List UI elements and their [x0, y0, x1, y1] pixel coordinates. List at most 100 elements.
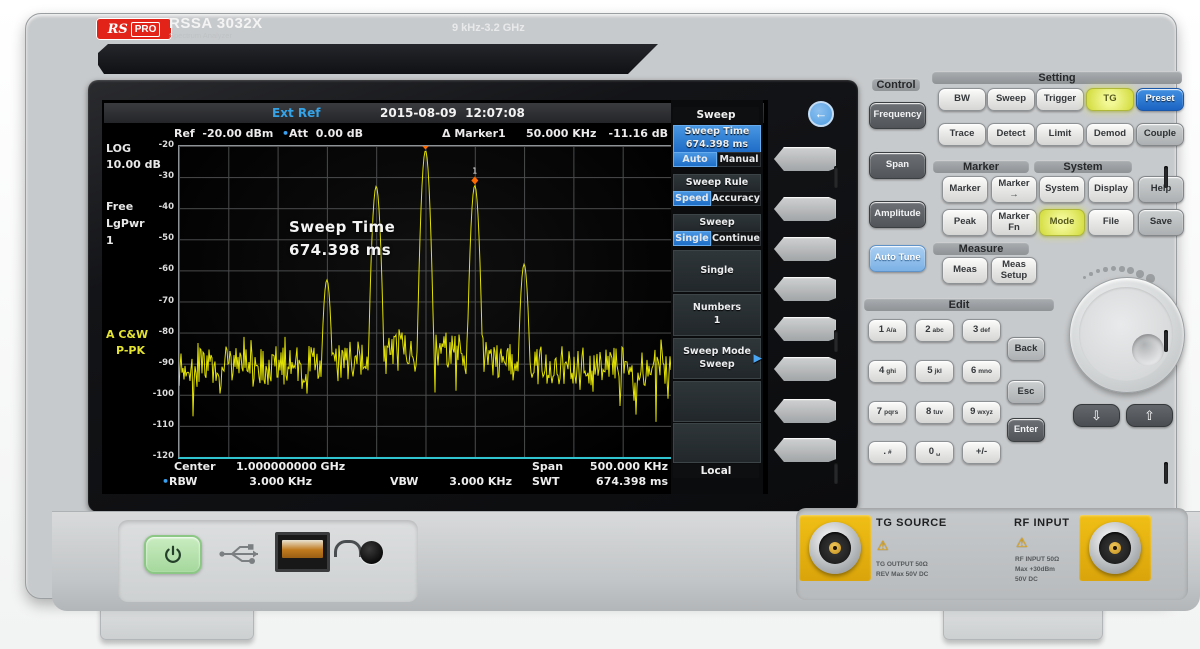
- soft-key-5[interactable]: [774, 317, 836, 341]
- help-button[interactable]: Help: [1138, 176, 1184, 203]
- menu-option-manual[interactable]: Manual: [717, 152, 761, 167]
- menu-item-sweep-mode[interactable]: Sweep ModeSweep▶: [673, 338, 761, 379]
- marker-fn-button[interactable]: MarkerFn: [991, 209, 1037, 236]
- key-5-jkl[interactable]: 5jkl: [915, 360, 954, 383]
- down-arrow-button[interactable]: ⇩: [1073, 404, 1120, 427]
- key-9-wxyz[interactable]: 9wxyz: [962, 401, 1001, 424]
- power-icon: [162, 544, 184, 566]
- key-2-abc[interactable]: 2abc: [915, 319, 954, 342]
- marker-button[interactable]: Marker: [942, 176, 988, 203]
- menu-option-auto[interactable]: Auto: [673, 152, 717, 167]
- attenuation-value: 0.00 dB: [316, 127, 363, 140]
- key-1-a-a[interactable]: 1A/a: [868, 319, 907, 342]
- delta-marker-frequency: 50.000 KHz: [526, 127, 596, 140]
- soft-key-2[interactable]: [774, 197, 836, 221]
- key-7-pqrs[interactable]: 7pqrs: [868, 401, 907, 424]
- y-tick--110: -110: [142, 420, 174, 430]
- y-tick--100: -100: [142, 389, 174, 399]
- ref-level-label: Ref -20.00 dBm: [174, 127, 273, 140]
- key-4-ghi[interactable]: 4ghi: [868, 360, 907, 383]
- ext-ref-indicator: Ext Ref: [272, 106, 320, 120]
- system-button[interactable]: System: [1039, 176, 1085, 203]
- soft-key-3[interactable]: [774, 237, 836, 261]
- model-subtitle: Spectrum Analyzer: [169, 32, 263, 40]
- tg-button[interactable]: TG: [1086, 88, 1134, 111]
- back-button[interactable]: Back: [1007, 337, 1045, 361]
- menu-option-continue[interactable]: Continue: [711, 231, 761, 246]
- menu-item-sweep[interactable]: Sweep: [673, 214, 761, 232]
- sweep-time-annotation: Sweep Time 674.398 ms: [289, 216, 395, 263]
- esc-button[interactable]: Esc: [1007, 380, 1045, 404]
- enter-button[interactable]: Enter: [1007, 418, 1045, 442]
- auto-tune-button[interactable]: Auto Tune: [869, 245, 926, 272]
- menu-option-speed[interactable]: Speed: [673, 191, 711, 206]
- span-button[interactable]: Span: [869, 152, 926, 179]
- soft-key-8[interactable]: [774, 438, 836, 462]
- logo-pro-text: PRO: [131, 22, 161, 37]
- trace-button[interactable]: Trace: [938, 123, 986, 146]
- key-3-def[interactable]: 3def: [962, 319, 1001, 342]
- display-button[interactable]: Display: [1088, 176, 1134, 203]
- usb-port-tongue: [282, 540, 323, 558]
- usb-icon: [218, 541, 268, 567]
- y-tick--80: -80: [142, 327, 174, 337]
- bw-button[interactable]: BW: [938, 88, 986, 111]
- rbw-coupled-dot: •: [162, 475, 169, 488]
- swt-label: SWT: [532, 475, 560, 488]
- up-arrow-button[interactable]: ⇧: [1126, 404, 1173, 427]
- file-button[interactable]: File: [1088, 209, 1134, 236]
- frequency-button[interactable]: Frequency: [869, 102, 926, 129]
- system-section-header: System: [1034, 160, 1132, 173]
- rbw-value: 3.000 KHz: [222, 475, 312, 488]
- key-6-mno[interactable]: 6mno: [962, 360, 1001, 383]
- meas-button[interactable]: Meas: [942, 257, 988, 284]
- knob-arc-dot: [1136, 270, 1144, 278]
- span-value: 500.000 KHz: [580, 460, 668, 473]
- menu-item-single[interactable]: Single: [673, 250, 761, 292]
- demod-button[interactable]: Demod: [1086, 123, 1134, 146]
- att-coupled-dot: •: [282, 127, 289, 140]
- save-button[interactable]: Save: [1138, 209, 1184, 236]
- knob-arc-dot: [1096, 269, 1100, 273]
- menu-back-button[interactable]: ←: [808, 101, 834, 127]
- amplitude-button[interactable]: Amplitude: [869, 201, 926, 228]
- meas-setup-button[interactable]: MeasSetup: [991, 257, 1037, 284]
- frequency-range-label: 9 kHz-3.2 GHz: [452, 22, 525, 34]
- vbw-label: VBW: [390, 475, 418, 488]
- power-button[interactable]: [144, 535, 202, 574]
- sweep-button[interactable]: Sweep: [987, 88, 1035, 111]
- y-tick--40: -40: [142, 202, 174, 212]
- peak-detect-label: P-PK: [116, 344, 145, 357]
- mode-button[interactable]: Mode: [1039, 209, 1085, 236]
- peak-button[interactable]: Peak: [942, 209, 988, 236]
- couple-button[interactable]: Couple: [1136, 123, 1184, 146]
- detect-button[interactable]: Detect: [987, 123, 1035, 146]
- menu-option-single[interactable]: Single: [673, 231, 711, 246]
- y-tick--50: -50: [142, 233, 174, 243]
- soft-key-7[interactable]: [774, 399, 836, 423]
- menu-toggle-auto-manual: AutoManual: [673, 152, 761, 167]
- menu-option-accuracy[interactable]: Accuracy: [711, 191, 761, 206]
- key-8-tuv[interactable]: 8tuv: [915, 401, 954, 424]
- panel-slot: [1164, 330, 1168, 352]
- key-.-[interactable]: .#: [868, 441, 907, 464]
- trigger-button[interactable]: Trigger: [1036, 88, 1084, 111]
- menu-item-sweep-time[interactable]: Sweep Time674.398 ms: [673, 125, 761, 153]
- trace-number-label: 1: [106, 234, 114, 247]
- knob-finger-dimple: [1132, 334, 1164, 366]
- soft-key-6[interactable]: [774, 357, 836, 381]
- trigger-mode-label: Free: [106, 200, 133, 213]
- preset-button[interactable]: Preset: [1136, 88, 1184, 111]
- delta-marker-label: Δ Marker1: [442, 127, 506, 140]
- soft-key-4[interactable]: [774, 277, 836, 301]
- soft-menu-panel: Sweep Sweep Time674.398 msAutoManual Sweep…: [671, 100, 763, 494]
- limit-button[interactable]: Limit: [1036, 123, 1084, 146]
- rs-pro-logo: RS PRO: [96, 18, 172, 40]
- marker-button[interactable]: Marker→: [991, 176, 1037, 203]
- key-+--[interactable]: +/-: [962, 441, 1001, 464]
- key-0-[interactable]: 0␣: [915, 441, 954, 464]
- menu-item-numbers[interactable]: Numbers1: [673, 294, 761, 336]
- swt-value: 674.398 ms: [580, 475, 668, 488]
- soft-key-1[interactable]: [774, 147, 836, 171]
- menu-item-sweep-rule[interactable]: Sweep Rule: [673, 174, 761, 192]
